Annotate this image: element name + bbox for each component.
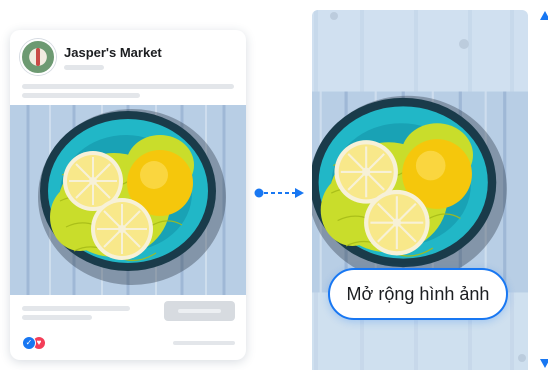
- post-header: Jasper's Market: [20, 38, 236, 78]
- post-card: Jasper's Market ✓ ♥: [10, 30, 246, 360]
- description-placeholder: [22, 315, 92, 320]
- post-image[interactable]: [10, 105, 246, 295]
- cta-button[interactable]: [164, 301, 235, 321]
- headline-placeholder: [22, 306, 130, 311]
- like-icon: ✓: [22, 336, 36, 350]
- caption-line-2: [22, 93, 140, 98]
- dashed-arrow-icon: [254, 188, 304, 198]
- chevron-up-icon: [540, 11, 548, 20]
- comment-count-placeholder: [173, 341, 235, 345]
- chevron-down-icon: [540, 359, 548, 368]
- caption-line-1: [22, 84, 234, 89]
- page-avatar[interactable]: [20, 39, 56, 75]
- lemon-bowl-photo: [10, 105, 246, 295]
- page-name[interactable]: Jasper's Market: [64, 45, 162, 60]
- cta-label-placeholder: [178, 309, 221, 313]
- expand-image-button[interactable]: Mở rộng hình ảnh: [328, 268, 508, 320]
- post-timestamp-placeholder: [64, 65, 104, 70]
- reaction-summary[interactable]: ✓ ♥: [22, 336, 48, 350]
